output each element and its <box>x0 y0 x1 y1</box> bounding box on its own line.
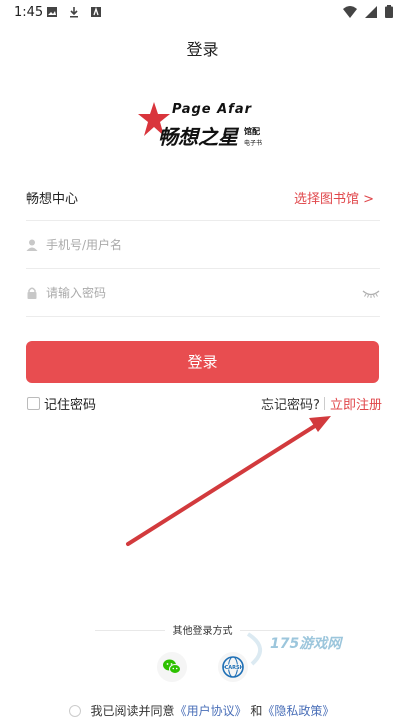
system-icons <box>343 5 393 18</box>
remember-checkbox[interactable] <box>27 397 40 410</box>
password-row <box>26 270 380 317</box>
username-row <box>26 222 380 269</box>
remember-password[interactable]: 记住密码 <box>27 394 96 413</box>
username-input[interactable] <box>46 234 346 256</box>
user-agreement-link[interactable]: 《用户协议》 <box>175 704 247 718</box>
login-button[interactable]: 登录 <box>26 341 379 383</box>
agreement-text: 我已阅读并同意《用户协议》 和《隐私政策》 <box>0 702 405 719</box>
battery-icon <box>385 5 393 18</box>
agreement-prefix: 我已阅读并同意 <box>90 704 175 718</box>
status-bar: 1:45 <box>0 0 405 26</box>
user-icon <box>26 239 38 251</box>
select-library-link[interactable]: 选择图书馆 > <box>294 188 374 207</box>
register-link[interactable]: 立即注册 <box>330 394 382 413</box>
wifi-icon <box>343 5 357 18</box>
forgot-password-link[interactable]: 忘记密码? <box>261 394 320 413</box>
download-icon <box>70 7 78 18</box>
link-divider <box>324 397 325 410</box>
image-icon <box>47 7 57 17</box>
app-notification-icon <box>91 6 101 17</box>
privacy-policy-link[interactable]: 《隐私政策》 <box>262 704 334 718</box>
app-logo: Page Afar 畅想之星 馆配 电子书 <box>132 100 272 156</box>
logo-side-text-bottom: 电子书 <box>244 140 263 147</box>
wechat-login-button[interactable] <box>157 652 187 682</box>
eye-closed-icon[interactable] <box>362 287 380 299</box>
wechat-icon <box>163 659 181 674</box>
notification-icons <box>46 6 102 18</box>
logo-side-text-top: 馆配 <box>244 127 260 136</box>
remember-label: 记住密码 <box>44 398 97 413</box>
library-row: 畅想中心 选择图书馆 > <box>26 174 380 221</box>
status-time: 1:45 <box>14 5 44 20</box>
agreement-and: 和 <box>250 704 263 718</box>
password-input[interactable] <box>46 282 346 304</box>
logo-english-text: Page Afar <box>172 102 253 117</box>
logo-chinese-text: 畅想之星 <box>158 125 238 149</box>
lock-icon <box>27 287 37 299</box>
library-name: 畅想中心 <box>26 192 79 207</box>
watermark-text: 175游戏网 <box>270 636 342 652</box>
svg-text:CARSI: CARSI <box>225 665 242 671</box>
signal-icon <box>365 5 377 18</box>
page-title: 登录 <box>186 40 219 59</box>
